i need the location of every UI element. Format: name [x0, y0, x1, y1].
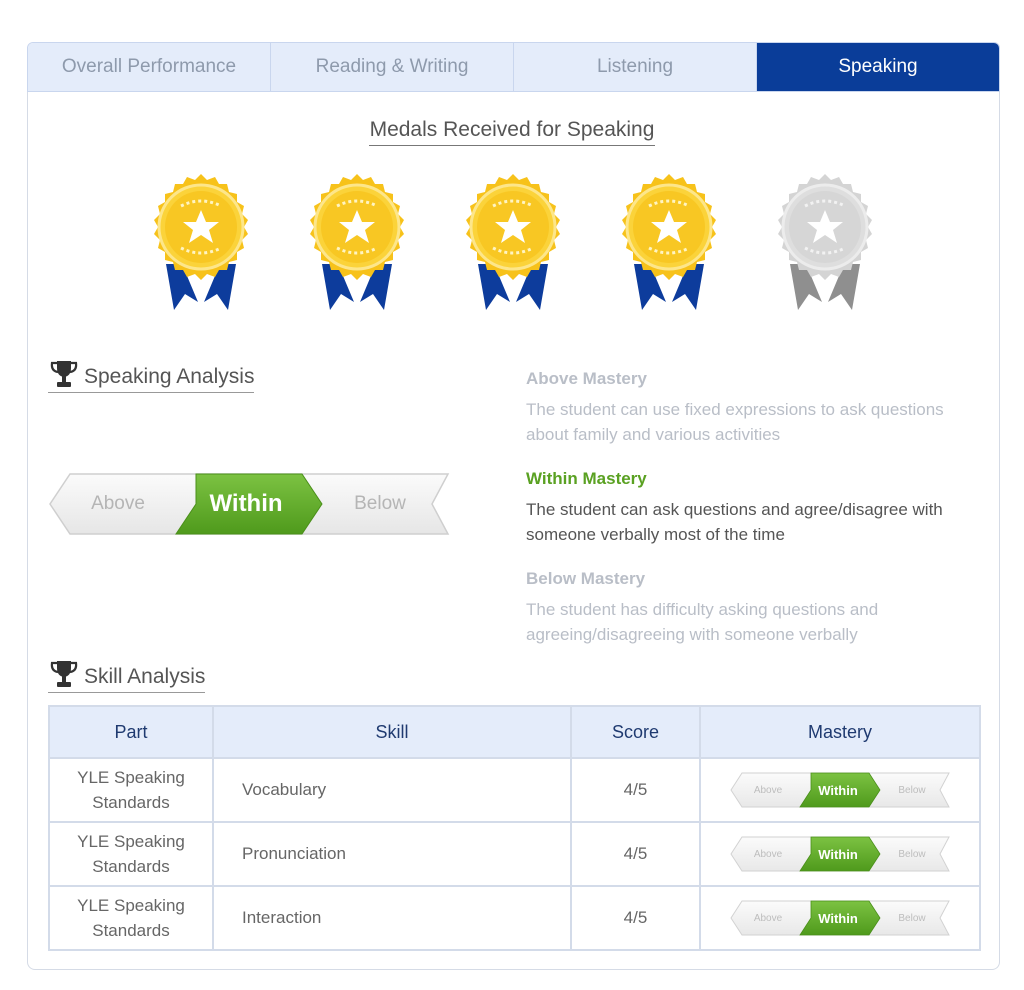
- mini-within-label: Within: [818, 782, 858, 798]
- above-mastery-description: Above Mastery The student can use fixed …: [526, 369, 966, 447]
- mini-within-label: Within: [818, 910, 858, 926]
- within-mastery-description: Within Mastery The student can ask quest…: [526, 469, 966, 547]
- below-mastery-text: The student has difficulty asking questi…: [526, 600, 879, 644]
- mastery-cell: Above Within Below: [699, 821, 981, 887]
- skill-analysis-heading: Skill Analysis: [48, 658, 206, 693]
- skill-cell: Pronunciation: [212, 821, 572, 887]
- trophy-icon: [50, 361, 78, 387]
- medal-icon: [154, 174, 248, 310]
- mini-below-label: Below: [898, 912, 926, 924]
- table-row: YLE Speaking Standards Pronunciation 4/5…: [48, 821, 981, 887]
- speaking-analysis-heading: Speaking Analysis: [48, 358, 255, 393]
- medal-icon: [310, 174, 404, 310]
- scale-below-label: Below: [354, 493, 406, 514]
- skill-cell: Vocabulary: [212, 757, 572, 823]
- below-mastery-description: Below Mastery The student has difficulty…: [526, 569, 966, 647]
- medals-heading: Medals Received for Speaking: [0, 118, 1024, 146]
- mini-within-label: Within: [818, 846, 858, 862]
- medal-icon: [466, 174, 560, 310]
- mini-above-label: Above: [753, 912, 783, 924]
- scale-within-label: Within: [209, 490, 283, 517]
- skill-cell: Interaction: [212, 885, 572, 951]
- table-row: YLE Speaking Standards Interaction 4/5 A…: [48, 885, 981, 951]
- medals-title: Medals Received for Speaking: [368, 118, 656, 146]
- above-mastery-heading: Above Mastery: [526, 369, 647, 388]
- below-mastery-heading: Below Mastery: [526, 569, 646, 588]
- skill-analysis-title: Skill Analysis: [84, 665, 206, 688]
- tab-bar: Overall Performance Reading & Writing Li…: [27, 42, 1000, 92]
- part-cell: YLE Speaking Standards: [48, 821, 214, 887]
- mastery-indicator: Above Within Below: [730, 772, 950, 808]
- mini-below-label: Below: [898, 848, 926, 860]
- above-mastery-text: The student can use fixed expressions to…: [526, 400, 944, 444]
- within-mastery-heading: Within Mastery: [526, 469, 647, 488]
- column-header-score: Score: [570, 705, 701, 759]
- mini-above-label: Above: [753, 784, 783, 796]
- column-header-mastery: Mastery: [699, 705, 981, 759]
- within-mastery-text: The student can ask questions and agree/…: [526, 500, 943, 544]
- mini-above-label: Above: [753, 848, 783, 860]
- skill-analysis-table: Part Skill Score Mastery YLE Speaking St…: [48, 705, 981, 951]
- part-cell: YLE Speaking Standards: [48, 885, 214, 951]
- tab-listening[interactable]: Listening: [514, 43, 757, 91]
- scale-above-label: Above: [91, 493, 145, 514]
- medal-icon: [622, 174, 716, 310]
- tab-reading-writing[interactable]: Reading & Writing: [271, 43, 514, 91]
- column-header-part: Part: [48, 705, 214, 759]
- column-header-skill: Skill: [212, 705, 572, 759]
- mastery-indicator: Above Within Below: [730, 900, 950, 936]
- speaking-analysis-title: Speaking Analysis: [84, 365, 255, 388]
- mastery-indicator: Above Within Below: [730, 836, 950, 872]
- speaking-mastery-scale: Above Within Below: [48, 472, 450, 536]
- mastery-cell: Above Within Below: [699, 885, 981, 951]
- score-cell: 4/5: [570, 757, 701, 823]
- tab-speaking[interactable]: Speaking: [757, 43, 999, 91]
- tab-overall-performance[interactable]: Overall Performance: [28, 43, 271, 91]
- part-cell: YLE Speaking Standards: [48, 757, 214, 823]
- table-row: YLE Speaking Standards Vocabulary 4/5 Ab…: [48, 757, 981, 823]
- mastery-cell: Above Within Below: [699, 757, 981, 823]
- score-cell: 4/5: [570, 821, 701, 887]
- score-cell: 4/5: [570, 885, 701, 951]
- medal-icon-unearned: [778, 174, 872, 310]
- mini-below-label: Below: [898, 784, 926, 796]
- trophy-icon: [50, 661, 78, 687]
- table-header-row: Part Skill Score Mastery: [48, 705, 981, 759]
- medals-row: [140, 172, 885, 317]
